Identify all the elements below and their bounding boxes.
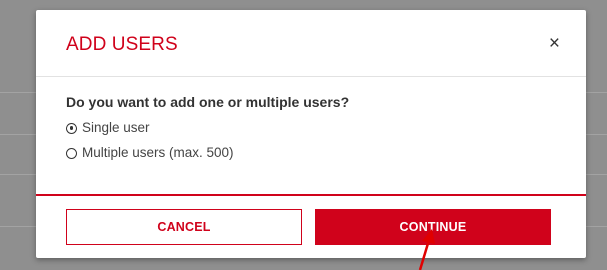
header-divider (36, 76, 586, 77)
radio-option-multiple-users[interactable]: Multiple users (max. 500) (66, 145, 234, 160)
cancel-button[interactable]: CANCEL (66, 209, 302, 245)
add-users-dialog: ADD USERS × Do you want to add one or mu… (36, 10, 586, 258)
radio-button-unchecked[interactable] (66, 147, 77, 159)
dialog-title: ADD USERS (66, 34, 178, 55)
close-icon[interactable]: × (549, 32, 560, 56)
radio-button-checked[interactable] (66, 122, 77, 134)
radio-label-single-user: Single user (82, 120, 150, 135)
radio-option-single-user[interactable]: Single user (66, 120, 150, 135)
footer-divider (36, 194, 586, 196)
red-arrow-cursor-icon (418, 229, 435, 270)
question-label: Do you want to add one or multiple users… (66, 94, 350, 110)
radio-label-multiple-users: Multiple users (max. 500) (82, 145, 234, 160)
